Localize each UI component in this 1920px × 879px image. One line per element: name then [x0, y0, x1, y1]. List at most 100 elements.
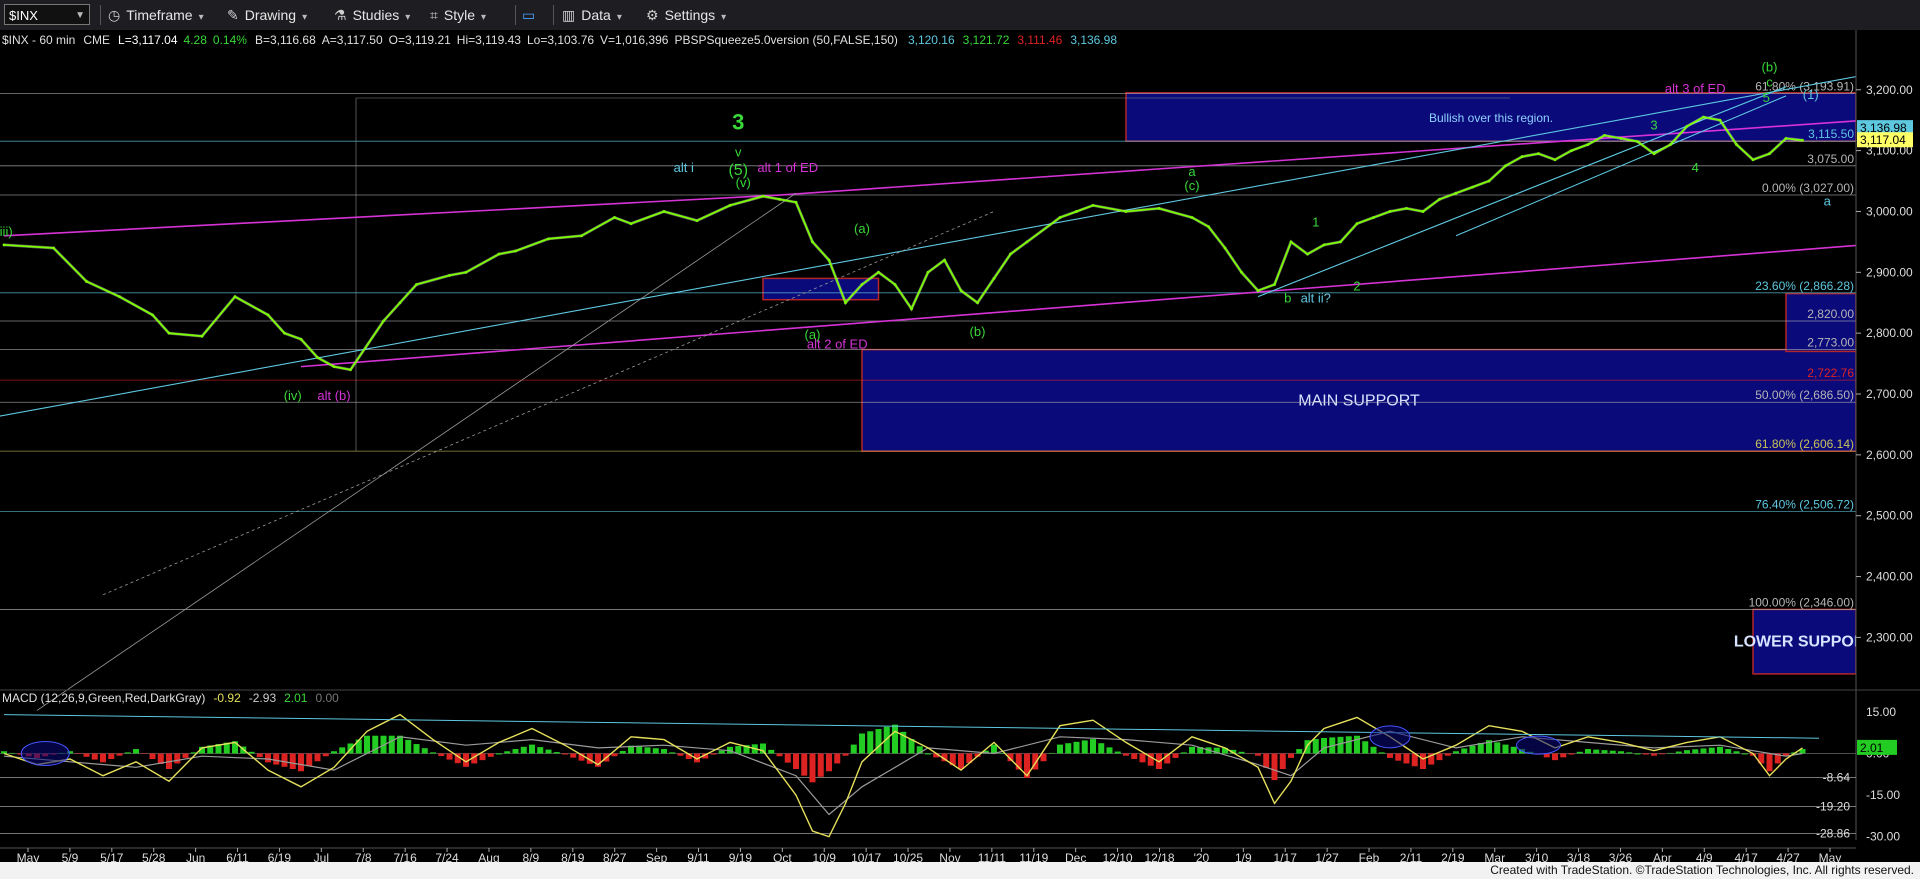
- price-point: [1685, 124, 1689, 128]
- macd-histogram-bar: [1081, 740, 1088, 754]
- macd-histogram-bar: [1444, 753, 1451, 756]
- header-change: 4.28: [184, 33, 208, 47]
- macd-histogram-bar: [1609, 750, 1616, 754]
- header-bid: B=3,116.68: [255, 33, 316, 47]
- price-point: [1636, 140, 1639, 143]
- price-point: [844, 301, 847, 305]
- x-tick-label: 11/11: [978, 851, 1007, 862]
- price-point: [728, 203, 732, 207]
- macd-histogram-bar: [91, 753, 98, 760]
- x-tick-label: 4/17: [1735, 851, 1759, 862]
- macd-highlight: [20, 740, 70, 766]
- macd-histogram-bar: [256, 753, 263, 758]
- wave-label: alt ii?: [1301, 291, 1331, 306]
- macd-histogram-bar: [1337, 736, 1344, 754]
- macd-zero-value: 0.00: [315, 691, 339, 705]
- price-point: [1735, 143, 1738, 146]
- style-button[interactable]: ⌗ Style ▾: [430, 0, 486, 30]
- macd-level-label: -28.86: [1816, 827, 1850, 841]
- macd-histogram-bar: [1098, 743, 1105, 754]
- macd-histogram-bar: [100, 753, 106, 763]
- macd-histogram-bar: [1048, 752, 1055, 754]
- macd-histogram-bar: [1453, 751, 1459, 754]
- price-point: [1801, 138, 1804, 142]
- zone-label: LOWER SUPPORT: [1734, 634, 1876, 651]
- macd-histogram-bar: [1692, 749, 1699, 754]
- macd-y-tick-label: 15.00: [1866, 705, 1896, 719]
- toolbar-divider: [553, 5, 554, 25]
- x-tick-label: 9/19: [729, 851, 753, 862]
- wave-label: (b): [970, 324, 986, 339]
- macd-histogram-bar: [421, 748, 428, 754]
- macd-histogram-bar: [1073, 741, 1080, 754]
- x-tick-label: Mar: [1484, 851, 1505, 862]
- macd-histogram-bar: [1395, 753, 1402, 761]
- macd-histogram-bar: [108, 753, 115, 760]
- price-point: [1355, 222, 1359, 226]
- x-tick-label: 5/28: [142, 851, 166, 862]
- price-chart[interactable]: Bullish over this region. MAIN SUPPORT LOW…: [0, 30, 1920, 862]
- macd-histogram-bar: [1510, 746, 1517, 754]
- y-tick-label: 2,400.00: [1866, 570, 1913, 584]
- settings-button[interactable]: ⚙ Settings ▾: [646, 0, 726, 30]
- bars-icon: ▥: [562, 7, 576, 23]
- macd-histogram-bar: [661, 749, 667, 754]
- macd-histogram-bar: [1593, 749, 1600, 754]
- x-tick-label: 7/8: [355, 851, 372, 862]
- drawing-button[interactable]: ✎ Drawing ▾: [227, 0, 307, 30]
- macd-histogram-bar: [1180, 752, 1187, 754]
- chevron-down-icon: ▾: [481, 12, 487, 23]
- header-symbol: $INX - 60 min: [2, 33, 75, 47]
- macd-histogram-bar: [850, 744, 857, 754]
- macd-histogram-bar: [174, 753, 181, 764]
- price-point: [1405, 207, 1408, 210]
- macd-histogram-bar: [1667, 752, 1674, 754]
- macd-histogram-bar: [1420, 753, 1426, 770]
- price-point: [1339, 240, 1342, 244]
- price-tag-label: 3,117.04: [1860, 133, 1906, 147]
- zone-small-red: [762, 277, 880, 301]
- price-point: [910, 307, 913, 311]
- layout-button[interactable]: ▭: [522, 0, 541, 30]
- price-point: [1273, 283, 1276, 286]
- timeframe-button[interactable]: ◷ Timeframe ▾: [108, 0, 204, 30]
- price-point: [398, 301, 402, 305]
- macd-histogram-bar: [1585, 749, 1591, 754]
- macd-histogram-bar: [1279, 753, 1286, 770]
- price-point: [629, 222, 633, 226]
- macd-histogram-bar: [1189, 746, 1195, 754]
- price-point: [794, 200, 798, 204]
- chevron-down-icon: ▾: [405, 12, 411, 23]
- studies-label: Studies: [352, 7, 400, 23]
- macd-histogram-bar: [1766, 753, 1773, 772]
- price-point: [1619, 137, 1623, 140]
- gear-icon: ⚙: [646, 7, 659, 23]
- y-tick-label: 2,800.00: [1866, 326, 1913, 340]
- macd-histogram-bar: [1131, 753, 1138, 760]
- wave-label: v: [735, 145, 742, 160]
- wave-label: 5: [1763, 90, 1770, 105]
- symbol-dropdown[interactable]: $INX ▼: [4, 4, 90, 25]
- price-point: [1025, 240, 1029, 244]
- macd-histogram-bar: [1502, 744, 1509, 754]
- style-icon: ⌗: [430, 7, 438, 23]
- chevron-down-icon: ▾: [616, 12, 622, 23]
- price-point: [382, 319, 385, 323]
- y-tick-label: 2,500.00: [1866, 509, 1913, 523]
- macd-histogram-bar: [265, 753, 271, 763]
- x-tick-label: Apr: [1653, 851, 1672, 862]
- price-point: [547, 237, 550, 241]
- price-point: [695, 219, 699, 222]
- studies-button[interactable]: ⚗ Studies ▾: [334, 0, 410, 30]
- price-point: [497, 252, 501, 256]
- macd-histogram-bar: [75, 753, 82, 755]
- price-point: [2, 243, 6, 247]
- symbol-value: $INX: [9, 8, 38, 23]
- macd-histogram-bar: [1733, 751, 1740, 754]
- price-point: [1669, 143, 1672, 146]
- header-ask: A=3,117.50: [322, 33, 383, 47]
- price-point: [877, 270, 880, 274]
- data-button[interactable]: ▥ Data ▾: [562, 0, 622, 30]
- price-point: [415, 283, 418, 286]
- x-tick-label: 12/18: [1144, 851, 1174, 862]
